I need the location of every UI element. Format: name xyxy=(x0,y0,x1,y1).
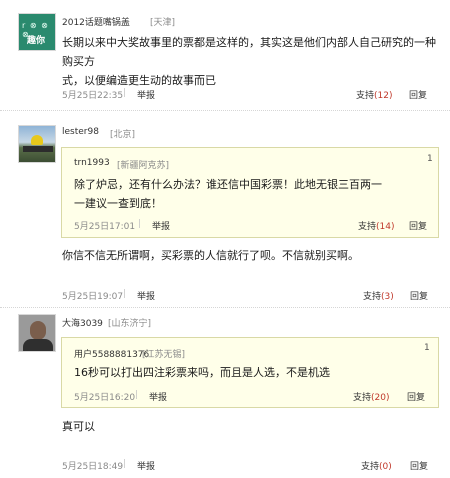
divider xyxy=(0,110,450,111)
divider xyxy=(0,307,450,308)
report-link[interactable]: 举报 xyxy=(137,289,155,302)
comment-time: 5月25日19:07 xyxy=(62,292,124,302)
separator: | xyxy=(123,289,127,299)
comment-location: [山东济宁] xyxy=(108,319,152,329)
comment-username[interactable]: 大海3039 xyxy=(62,316,103,329)
report-link[interactable]: 举报 xyxy=(137,459,155,472)
support-link[interactable]: 支持(20) xyxy=(353,390,390,403)
quoted-username[interactable]: 用户5588881376 xyxy=(74,347,149,360)
comment-username[interactable]: 2012话题嘴锅盖 xyxy=(62,15,130,28)
support-count: (0) xyxy=(379,462,392,472)
quoted-comment: 用户5588881376 [江苏无锡] 1 16秒可以打出四注彩票来吗，而且是人… xyxy=(61,337,439,408)
support-count: (12) xyxy=(374,91,393,101)
quote-floor-number: 1 xyxy=(424,343,430,353)
avatar-photo-element xyxy=(23,146,53,152)
report-link[interactable]: 举报 xyxy=(149,390,167,403)
quoted-username[interactable]: trn1993 xyxy=(74,158,110,168)
quoted-location: [新疆阿克苏] xyxy=(117,161,170,171)
comment-username[interactable]: lester98 xyxy=(62,127,99,137)
avatar-badge-text: 趣你 xyxy=(27,36,46,46)
quoted-time: 5月25日17:01 xyxy=(74,222,136,232)
avatar[interactable]: r ⊗ ⊗ ⊗ 趣你 xyxy=(18,13,56,51)
quoted-text-line: 除了炉忌，还有什么办法？谁还信中国彩票！此地无银三百两一 xyxy=(74,178,382,191)
avatar[interactable] xyxy=(18,125,56,163)
comment-text: 长期以来中大奖故事里的票都是这样的，其实这是他们内部人自己研究的一种购买方 式，… xyxy=(62,33,442,90)
support-count: (14) xyxy=(376,222,395,232)
avatar-photo-element xyxy=(30,321,46,340)
comment-location: [北京] xyxy=(110,130,136,140)
comment-time: 5月25日18:49 xyxy=(62,462,124,472)
quoted-comment: trn1993 [新疆阿克苏] 1 除了炉忌，还有什么办法？谁还信中国彩票！此地… xyxy=(61,147,439,238)
separator: | xyxy=(123,459,127,469)
report-link[interactable]: 举报 xyxy=(137,88,155,101)
support-link[interactable]: 支持(14) xyxy=(358,219,395,232)
report-link[interactable]: 举报 xyxy=(152,219,170,232)
avatar[interactable] xyxy=(18,314,56,352)
support-link[interactable]: 支持(12) xyxy=(356,88,393,101)
reply-link[interactable]: 回复 xyxy=(410,289,428,302)
support-link[interactable]: 支持(0) xyxy=(361,459,392,472)
avatar-photo-element xyxy=(23,339,53,351)
quoted-time: 5月25日16:20 xyxy=(74,393,136,403)
separator: | xyxy=(135,390,139,400)
reply-link[interactable]: 回复 xyxy=(410,459,428,472)
quoted-text: 除了炉忌，还有什么办法？谁还信中国彩票！此地无银三百两一 一建议一查到底！ xyxy=(74,175,429,213)
reply-link[interactable]: 回复 xyxy=(409,219,427,232)
comment-time: 5月25日22:35 xyxy=(62,91,124,101)
reply-link[interactable]: 回复 xyxy=(407,390,425,403)
support-count: (20) xyxy=(371,393,390,403)
avatar-photo-element xyxy=(31,135,43,145)
separator: | xyxy=(138,219,142,229)
quoted-location: [江苏无锡] xyxy=(142,350,186,360)
comment-text: 真可以 xyxy=(62,420,95,433)
quoted-text: 16秒可以打出四注彩票来吗，而且是人选，不是机选 xyxy=(74,366,330,379)
comment-text-line: 长期以来中大奖故事里的票都是这样的，其实这是他们内部人自己研究的一种购买方 xyxy=(62,36,436,68)
separator: | xyxy=(123,88,127,98)
quote-floor-number: 1 xyxy=(427,154,433,164)
quoted-text-line: 一建议一查到底！ xyxy=(74,197,162,210)
comment-location: [天津] xyxy=(150,18,176,28)
comment-text: 你信不信无所谓啊，买彩票的人信就行了呗。不信就别买啊。 xyxy=(62,249,359,262)
reply-link[interactable]: 回复 xyxy=(409,88,427,101)
support-link[interactable]: 支持(3) xyxy=(363,289,394,302)
support-count: (3) xyxy=(381,292,394,302)
